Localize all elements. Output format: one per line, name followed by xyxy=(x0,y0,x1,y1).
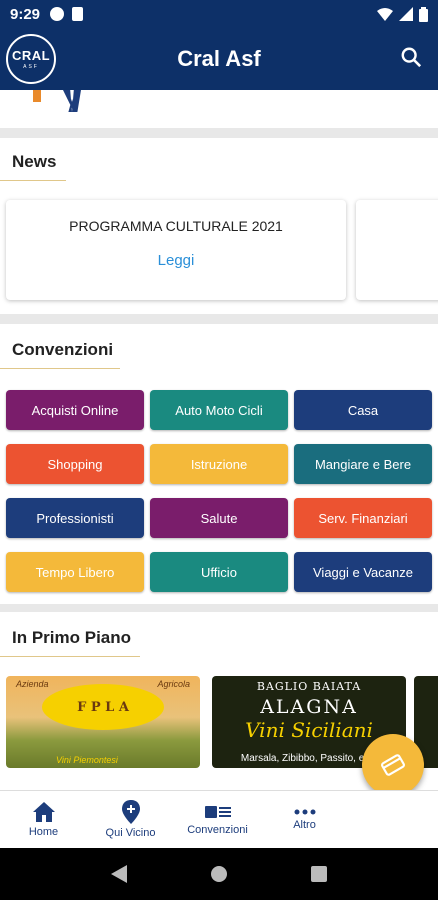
featured-card-line2: ALAGNA xyxy=(260,696,358,718)
category-button[interactable]: Serv. Finanziari xyxy=(294,498,432,538)
featured-card-line1: BAGLIO BAIATA xyxy=(256,680,362,693)
news-card-title: PROGRAMMA CULTURALE 2021 xyxy=(69,218,283,234)
logo-main-text: CRAL xyxy=(11,48,51,63)
logo-sub-text: ASF xyxy=(23,64,39,70)
category-button[interactable]: Professionisti xyxy=(6,498,144,538)
news-card-next[interactable] xyxy=(356,200,438,300)
home-circle-icon[interactable] xyxy=(210,865,228,883)
conventions-section: Convenzioni Acquisti Online Auto Moto Cic… xyxy=(0,324,438,604)
banner-illustration xyxy=(33,90,41,112)
conventions-section-title: Convenzioni xyxy=(12,340,114,359)
app-bar: CRAL ASF Cral Asf xyxy=(0,28,438,90)
category-button[interactable]: Viaggi e Vacanze xyxy=(294,552,432,592)
home-icon xyxy=(32,802,55,822)
nav-conventions-label: Convenzioni xyxy=(187,824,248,836)
back-icon[interactable] xyxy=(111,865,128,883)
featured-card-brand: F P L A xyxy=(42,684,164,730)
category-button[interactable]: Auto Moto Cicli xyxy=(150,390,288,430)
news-title-underline xyxy=(0,180,66,181)
search-icon[interactable] xyxy=(400,46,422,68)
card-icon xyxy=(381,754,405,776)
sim-icon xyxy=(72,7,84,21)
signal-icon xyxy=(399,7,413,21)
news-card[interactable]: PROGRAMMA CULTURALE 2021 Leggi xyxy=(6,200,346,300)
notification-icon xyxy=(50,7,65,21)
news-section: News PROGRAMMA CULTURALE 2021 Leggi xyxy=(0,138,438,314)
category-button[interactable]: Acquisti Online xyxy=(6,390,144,430)
category-button[interactable]: Salute xyxy=(150,498,288,538)
location-icon xyxy=(121,800,140,824)
news-read-link[interactable]: Leggi xyxy=(6,252,346,269)
top-banner[interactable] xyxy=(0,90,438,128)
battery-icon xyxy=(419,6,428,22)
membership-card-fab[interactable] xyxy=(362,734,424,796)
card-list-icon xyxy=(204,806,231,818)
featured-title-underline xyxy=(0,656,140,657)
featured-card-fpla[interactable]: Azienda Agricola F P L A Vini Piemontesi xyxy=(6,676,200,768)
wifi-icon xyxy=(377,7,393,21)
category-button[interactable]: Istruzione xyxy=(150,444,288,484)
status-bar: 9:29 xyxy=(0,0,438,28)
news-section-title: News xyxy=(12,152,57,171)
nav-more[interactable]: Altro xyxy=(261,791,348,848)
nav-home-label: Home xyxy=(28,826,59,838)
system-navigation xyxy=(0,848,438,900)
main-content[interactable]: News PROGRAMMA CULTURALE 2021 Leggi Conv… xyxy=(0,90,438,790)
conventions-grid: Acquisti Online Auto Moto Cicli Casa Shoppi… xyxy=(6,390,434,592)
featured-card-top-left: Azienda xyxy=(16,679,49,689)
nav-home[interactable]: Home xyxy=(0,791,87,848)
featured-card-top-right: Agricola xyxy=(157,679,190,689)
category-button[interactable]: Casa xyxy=(294,390,432,430)
category-button[interactable]: Ufficio xyxy=(150,552,288,592)
category-button[interactable]: Tempo Libero xyxy=(6,552,144,592)
nav-nearby-label: Qui Vicino xyxy=(105,827,156,839)
category-button[interactable]: Shopping xyxy=(6,444,144,484)
more-icon xyxy=(294,809,315,815)
nav-nearby[interactable]: Qui Vicino xyxy=(87,791,174,848)
app-logo[interactable]: CRAL ASF xyxy=(6,34,56,84)
featured-card-bottom: Vini Piemontesi xyxy=(56,755,118,765)
recents-icon[interactable] xyxy=(310,866,327,882)
nav-more-label: Altro xyxy=(293,819,316,831)
banner-illustration-person xyxy=(63,90,81,112)
app-title: Cral Asf xyxy=(177,46,261,71)
nav-conventions[interactable]: Convenzioni xyxy=(174,791,261,848)
bottom-navigation: Home Qui Vicino Convenzioni Altro xyxy=(0,790,438,848)
status-time: 9:29 xyxy=(10,5,41,23)
featured-section-title: In Primo Piano xyxy=(12,628,132,647)
category-button[interactable]: Mangiare e Bere xyxy=(294,444,432,484)
conventions-title-underline xyxy=(0,368,120,369)
